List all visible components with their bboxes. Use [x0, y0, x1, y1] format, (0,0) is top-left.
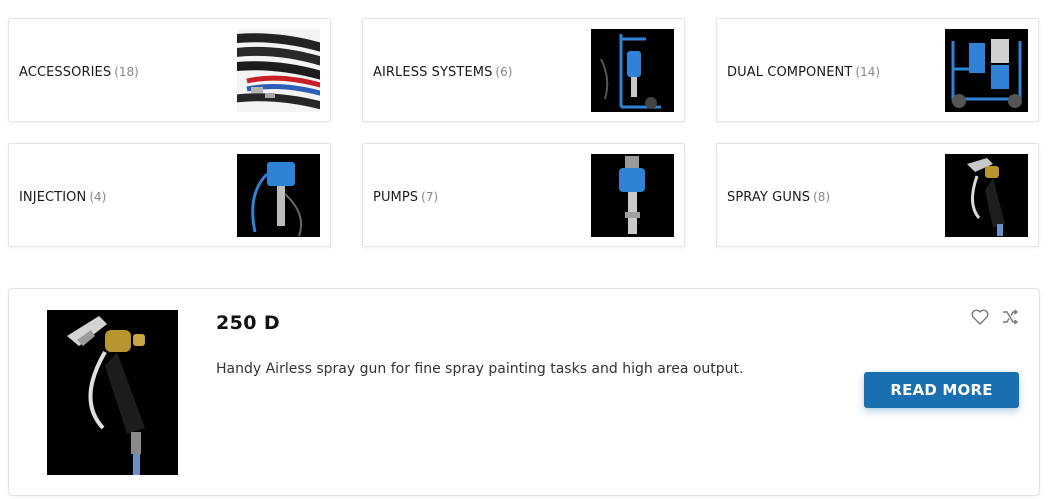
category-label: PUMPS (7)	[373, 186, 438, 205]
read-more-button[interactable]: READ MORE	[864, 372, 1019, 408]
category-card-dual-component[interactable]: DUAL COMPONENT (14)	[716, 18, 1039, 122]
category-name: SPRAY GUNS	[727, 189, 811, 205]
airless-cart-thumbnail[interactable]	[591, 28, 674, 112]
category-count: (8)	[813, 189, 831, 204]
category-card-pumps[interactable]: PUMPS (7)	[362, 143, 685, 247]
product-image[interactable]	[47, 310, 178, 475]
pump-thumbnail[interactable]	[591, 153, 674, 237]
category-count: (7)	[421, 189, 439, 204]
product-card: 250 D Handy Airless spray gun for fine s…	[8, 288, 1040, 496]
category-count: (4)	[89, 189, 107, 204]
category-card-accessories[interactable]: ACCESSORIES (18)	[8, 18, 331, 122]
dual-component-thumbnail[interactable]	[945, 28, 1028, 112]
category-card-injection[interactable]: INJECTION (4)	[8, 143, 331, 247]
shuffle-icon[interactable]	[1000, 307, 1020, 327]
category-label: INJECTION (4)	[19, 186, 106, 205]
product-description: Handy Airless spray gun for fine spray p…	[216, 361, 744, 377]
hoses-thumbnail[interactable]	[237, 28, 320, 112]
category-name: ACCESSORIES	[19, 64, 112, 80]
spray-gun-thumbnail[interactable]	[945, 153, 1028, 237]
product-title[interactable]: 250 D	[216, 312, 280, 334]
category-name: INJECTION	[19, 189, 87, 205]
category-label: DUAL COMPONENT (14)	[727, 61, 880, 80]
category-label: SPRAY GUNS (8)	[727, 186, 830, 205]
category-label: AIRLESS SYSTEMS (6)	[373, 61, 512, 80]
category-count: (18)	[114, 64, 139, 79]
category-name: PUMPS	[373, 189, 419, 205]
category-count: (14)	[855, 64, 881, 79]
category-label: ACCESSORIES (18)	[19, 61, 139, 80]
category-card-spray-guns[interactable]: SPRAY GUNS (8)	[716, 143, 1039, 247]
category-name: DUAL COMPONENT	[727, 64, 853, 80]
category-count: (6)	[495, 64, 513, 79]
injection-pump-thumbnail[interactable]	[237, 153, 320, 237]
category-card-airless-systems[interactable]: AIRLESS SYSTEMS (6)	[362, 18, 685, 122]
heart-icon[interactable]	[970, 307, 990, 327]
category-name: AIRLESS SYSTEMS	[373, 64, 493, 80]
